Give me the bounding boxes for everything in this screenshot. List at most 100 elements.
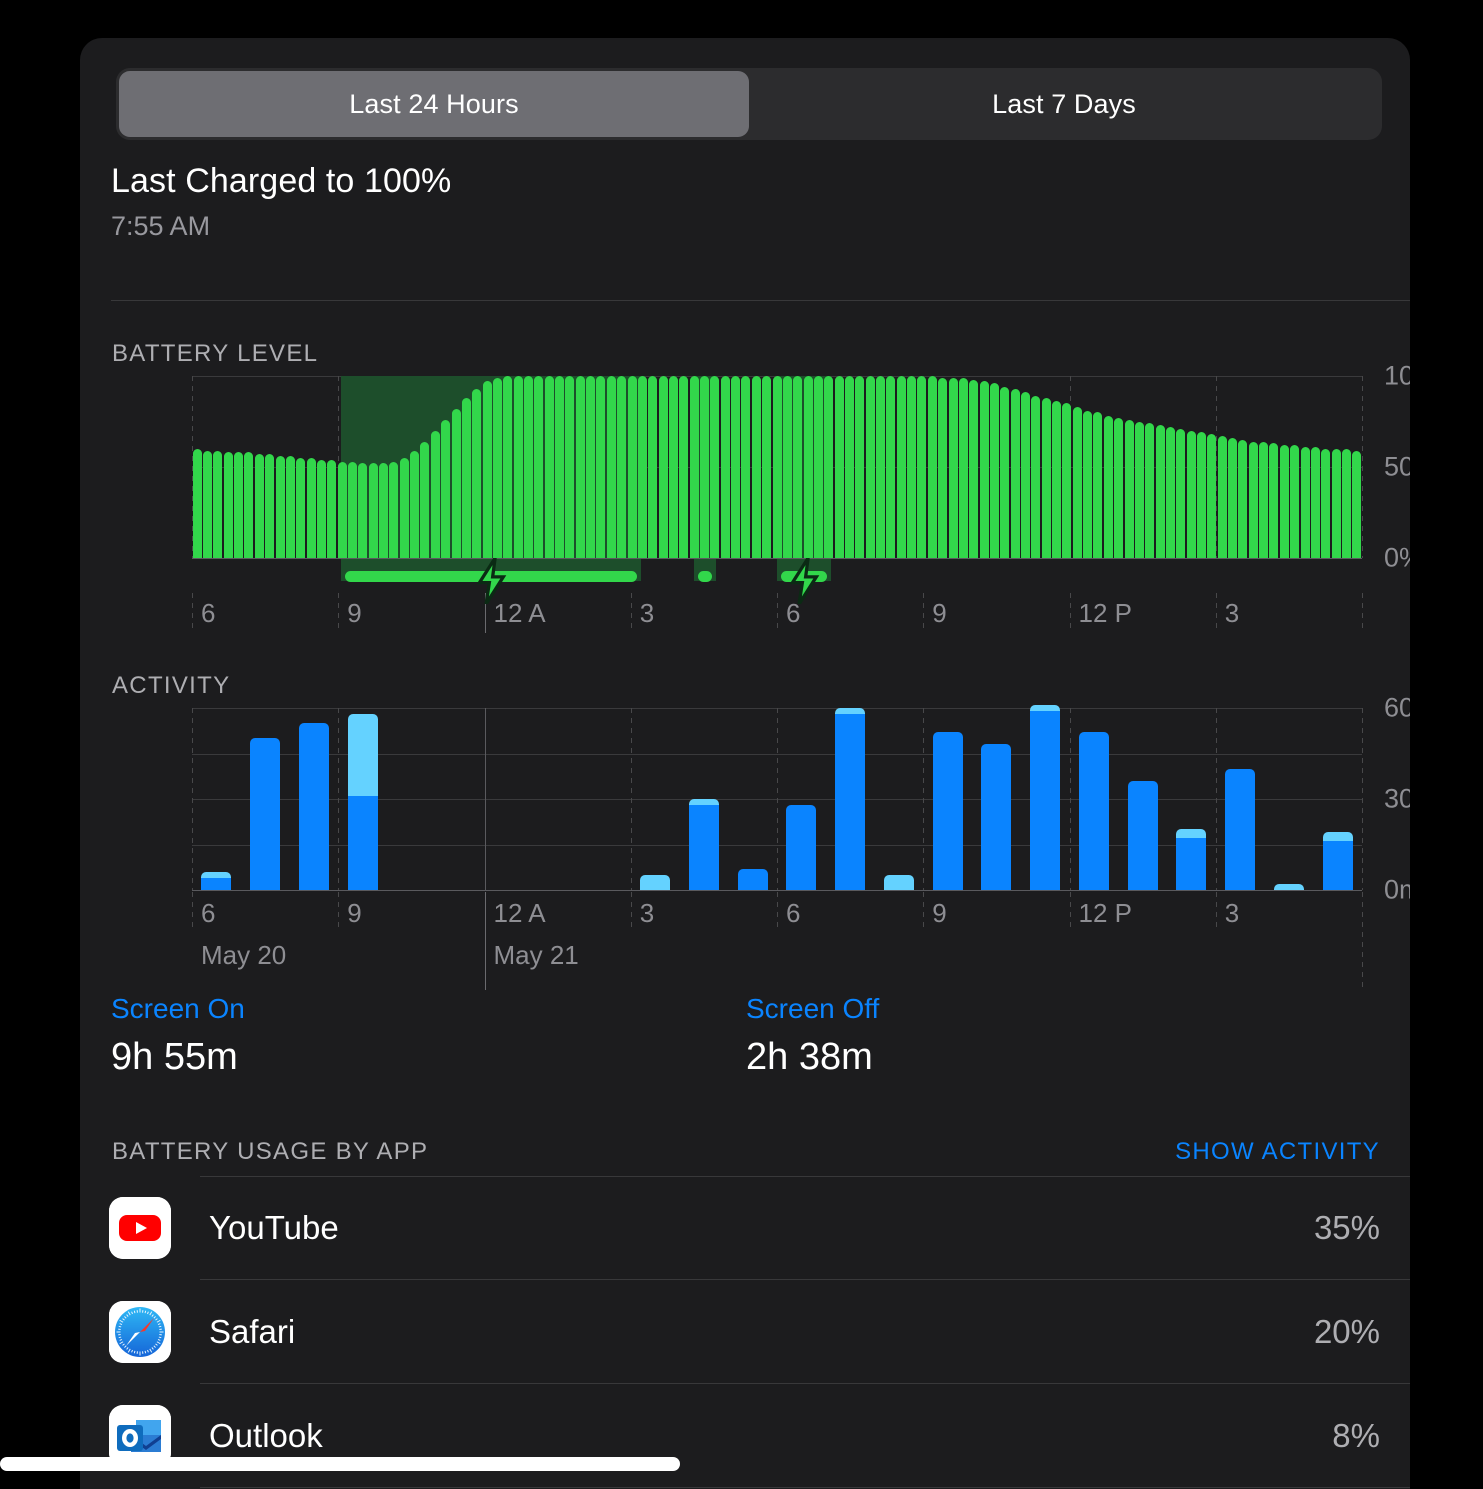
app-battery-usage-list: YouTube 35% Safari 20% Outlook 8% [80, 1176, 1410, 1489]
x-axis-tick-label: 9 [347, 898, 362, 928]
activity-bar [932, 732, 963, 890]
battery-level-bar [751, 376, 761, 558]
app-name: YouTube [209, 1209, 339, 1246]
screen-on-stat[interactable]: Screen On 9h 55m [111, 993, 746, 1079]
charging-indicator-bar [698, 571, 713, 582]
battery-level-bar [368, 463, 378, 558]
battery-level-bar [1155, 425, 1165, 558]
screen-off-stat[interactable]: Screen Off 2h 38m [746, 993, 1381, 1079]
activity-bar-screen-on [1030, 711, 1061, 890]
battery-level-bar [1072, 406, 1082, 558]
battery-level-bar [379, 463, 389, 558]
battery-level-section-label: BATTERY LEVEL [112, 340, 319, 367]
battery-level-bar [1341, 448, 1351, 558]
battery-level-bar [534, 376, 544, 558]
battery-level-bar [327, 459, 337, 558]
x-axis-tick-label: 9 [347, 598, 362, 628]
tab-last-7-days[interactable]: Last 7 Days [749, 71, 1379, 137]
battery-level-bar [803, 376, 813, 558]
gridline-vertical [1069, 708, 1071, 890]
battery-level-bar [1248, 441, 1258, 558]
x-axis-tick-mark [192, 892, 193, 932]
activity-bar-screen-off [1030, 704, 1061, 712]
x-axis-tick-label: 12 A [493, 898, 546, 928]
activity-bar [786, 805, 817, 890]
battery-level-bar [1207, 434, 1217, 558]
x-axis-tick-mark [1215, 892, 1217, 932]
battery-level-bar [938, 377, 948, 558]
home-indicator[interactable] [0, 1457, 680, 1471]
battery-level-bar [565, 376, 575, 558]
battery-level-bar [1176, 428, 1186, 558]
youtube-icon [109, 1197, 171, 1259]
battery-level-bar [472, 388, 482, 558]
gridline-vertical [1362, 708, 1363, 890]
activity-bar [298, 723, 329, 890]
activity-chart: 0m 30m 60m 6 9 12 A 3 6 9 12 P 3 May 20 May 21 [192, 693, 1410, 990]
battery-level-bar [254, 454, 264, 558]
app-usage-row[interactable]: Safari 20% [80, 1280, 1410, 1384]
tab-last-24-hours[interactable]: Last 24 Hours [119, 71, 749, 137]
activity-bar [1225, 768, 1256, 890]
activity-bar [981, 744, 1012, 890]
screen-off-label: Screen Off [746, 993, 880, 1024]
gridline-vertical [484, 708, 486, 890]
tab-last-7-days-label: Last 7 Days [992, 88, 1136, 119]
screen-time-stats: Screen On 9h 55m Screen Off 2h 38m [111, 993, 1381, 1079]
battery-level-bar [668, 376, 678, 558]
battery-level-bar [503, 376, 513, 558]
x-axis-date-label: May 20 [201, 940, 287, 970]
battery-level-bar [482, 381, 492, 558]
x-axis-tick-label: 3 [639, 898, 655, 928]
battery-level-bar [1000, 386, 1010, 558]
activity-bar-screen-on [1127, 780, 1158, 890]
activity-bar-screen-off [1273, 883, 1304, 890]
battery-level-bar [430, 430, 440, 558]
app-usage-row[interactable]: Outlook 8% [80, 1384, 1410, 1488]
x-axis-tick-label: 3 [1224, 598, 1240, 628]
activity-bar [737, 868, 768, 890]
x-axis-tick-label: 9 [932, 598, 947, 628]
activity-bar-screen-on [201, 877, 232, 890]
battery-level-bar [689, 376, 699, 558]
x-axis-tick-label: 9 [932, 898, 947, 928]
battery-level-bar [886, 376, 896, 558]
time-range-segmented-control[interactable]: Last 24 Hours Last 7 Days [116, 68, 1382, 140]
battery-level-bar [265, 454, 275, 558]
activity-bar [347, 714, 378, 890]
app-usage-row[interactable]: YouTube 35% [80, 1176, 1410, 1280]
app-name: Outlook [209, 1417, 323, 1454]
battery-level-bar [492, 377, 502, 558]
battery-level-bar [337, 461, 347, 558]
battery-level-bar [586, 376, 596, 558]
battery-level-bar [213, 450, 223, 558]
battery-level-bar [637, 376, 647, 558]
battery-level-bar [1300, 446, 1310, 558]
gridline-vertical [630, 708, 632, 890]
battery-level-bar [389, 461, 399, 558]
battery-level-bar [1310, 446, 1320, 558]
battery-level-bar [824, 376, 834, 558]
x-axis-tick-mark [1215, 593, 1217, 633]
battery-level-bar [296, 457, 306, 558]
battery-level-bar [834, 376, 844, 558]
battery-level-bar [1010, 388, 1020, 558]
y-axis-tick-label: 30m [1384, 783, 1410, 814]
battery-level-bar [441, 419, 451, 558]
battery-level-bar [1031, 396, 1041, 558]
x-axis-tick-mark [338, 892, 340, 932]
activity-plot-area: 0m 30m 60m 6 9 12 A 3 6 9 12 P 3 May 20 May 21 [192, 693, 1410, 990]
x-axis-date-label: May 21 [493, 940, 579, 970]
battery-level-bar [772, 376, 782, 558]
battery-level-bar [1352, 450, 1362, 558]
activity-bar-screen-on [737, 868, 768, 890]
x-axis-tick-mark [1069, 593, 1071, 633]
activity-bar-screen-off [201, 871, 232, 878]
x-axis-tick-label: 3 [1224, 898, 1240, 928]
app-battery-percent: 35% [1313, 1209, 1380, 1246]
battery-level-bar [306, 457, 316, 558]
activity-bar-screen-on [1078, 732, 1109, 890]
battery-level-bar [648, 376, 658, 558]
battery-level-bar [451, 408, 461, 558]
show-activity-button[interactable]: SHOW ACTIVITY [1175, 1138, 1380, 1166]
